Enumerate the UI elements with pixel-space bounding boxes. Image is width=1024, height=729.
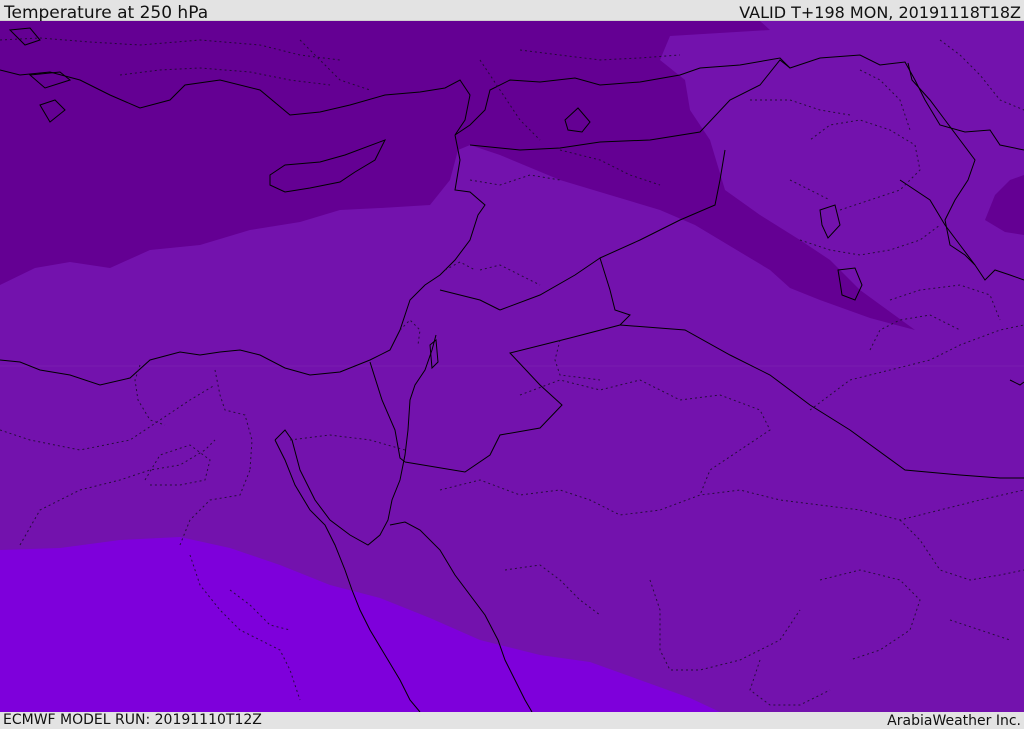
credit-label: ArabiaWeather Inc. xyxy=(887,713,1021,729)
map-canvas xyxy=(0,21,1024,712)
temperature-map xyxy=(0,21,1024,712)
model-run-label: ECMWF MODEL RUN: 20191110T12Z xyxy=(3,712,262,728)
forecast-frame: Temperature at 250 hPa VALID T+198 MON, … xyxy=(0,0,1024,729)
header-bar: Temperature at 250 hPa VALID T+198 MON, … xyxy=(0,0,1024,23)
map-title: Temperature at 250 hPa xyxy=(4,3,209,23)
footer-bar: ECMWF MODEL RUN: 20191110T12Z ArabiaWeat… xyxy=(0,712,1024,729)
valid-time-label: VALID T+198 MON, 20191118T18Z xyxy=(739,3,1021,22)
